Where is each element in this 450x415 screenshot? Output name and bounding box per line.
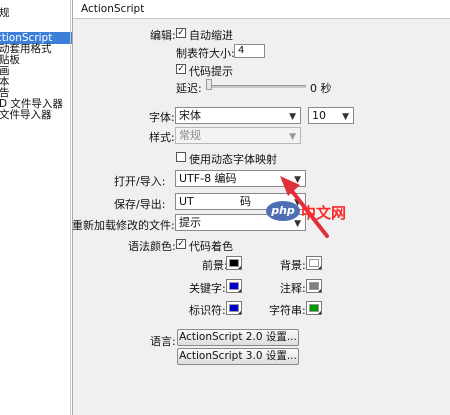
watermark-badge: php xyxy=(266,201,300,221)
watermark-logo: php 中文网 xyxy=(266,200,376,222)
annotation-arrow xyxy=(280,176,329,238)
watermark-text: 中文网 xyxy=(301,204,347,222)
